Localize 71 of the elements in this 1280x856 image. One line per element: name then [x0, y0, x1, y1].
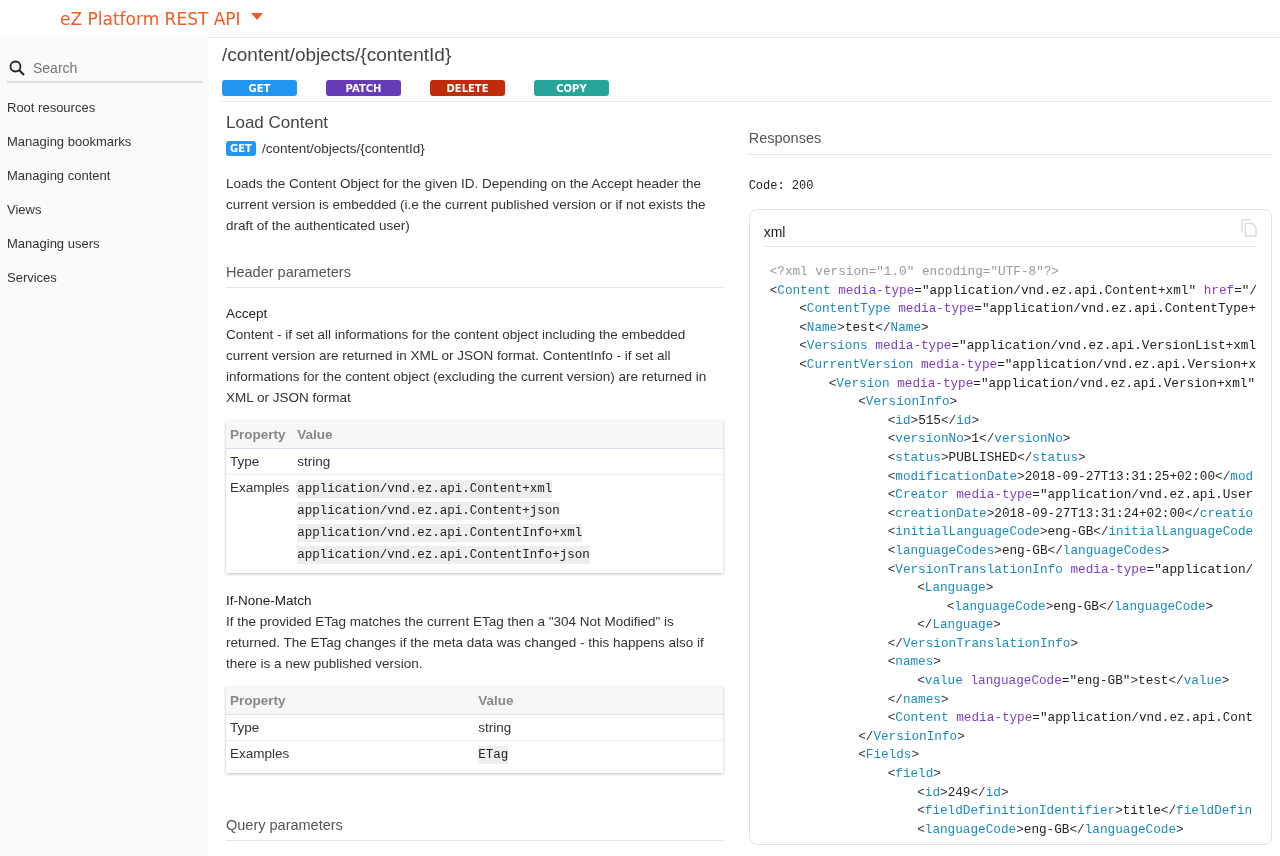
- code-line: <modificationDate>2018-09-27T13:31:25+02:00</mod: [887, 467, 1254, 486]
- parameter-name: Accept: [226, 305, 269, 323]
- caret-icon[interactable]: [250, 13, 263, 20]
- code-line: <id>249</id>: [917, 783, 1009, 802]
- sidebar-item[interactable]: Managing bookmarks: [7, 125, 208, 159]
- code-line: </Language>: [917, 616, 1001, 635]
- search-icon: [9, 60, 25, 76]
- code-line: <Versions media-type="application/vnd.ez.api.VersionList+xml: [799, 337, 1257, 356]
- code-line: <status>PUBLISHED</status>: [887, 448, 1086, 467]
- resource-path: /content/objects/{contentId}: [222, 43, 453, 67]
- column-header: Value: [293, 421, 723, 449]
- code-line: <value languageCode="eng-GB">test</value>: [917, 672, 1230, 691]
- table-cell: Type: [226, 448, 294, 475]
- column-header: Property: [226, 687, 475, 715]
- parameter-description: Content - if set all informations for the content object including the embedded current version are returned in XML or JSON format. ContentInfo - if set all informations for the content object (excluding the current version) are returned in XML or JSON format: [226, 326, 708, 407]
- sidebar-item[interactable]: Managing users: [7, 227, 208, 261]
- column-header: Value: [474, 687, 723, 715]
- sidebar-item[interactable]: Root resources: [7, 91, 208, 125]
- code-line: <Creator media-type="application/vnd.ez.api.User: [887, 486, 1254, 505]
- code-line: <id>515</id>: [887, 411, 980, 430]
- code-line: <?xml version="1.0" encoding="UTF-8"?>: [769, 263, 1059, 281]
- code-line: </VersionTranslationInfo>: [887, 634, 1079, 653]
- table-cell: Examples: [226, 740, 475, 773]
- code-line: </names>: [887, 690, 949, 709]
- sidebar-item[interactable]: Managing content: [7, 159, 208, 193]
- code-line: <Name>test</Name>: [799, 318, 929, 337]
- parameter-description: If the provided ETag matches the current ETag then a "304 Not Modified" is returned. The ETag changes if the meta data was changed - this happens also if there is a new published version.: [226, 613, 705, 673]
- code-line: <VersionInfo>: [858, 393, 958, 412]
- code-line: <Content media-type="application/vnd.ez.api.Cont: [887, 709, 1254, 728]
- code-line: <initialLanguageCode>eng-GB</initialLanguageCode: [887, 523, 1254, 542]
- table-cell: string: [478, 720, 512, 735]
- code-line: <Content media-type="application/vnd.ez.api.Content+xml" href="/: [769, 281, 1257, 300]
- section-heading: Query parameters: [226, 817, 723, 841]
- example-value: application/vnd.ez.api.ContentInfo+json: [297, 546, 590, 564]
- section-heading: Header parameters: [226, 264, 723, 288]
- example-value: ETag: [478, 746, 509, 764]
- code-line: <versionNo>1</versionNo>: [887, 430, 1071, 449]
- method-tab[interactable]: PATCH: [326, 80, 401, 96]
- parameter-name: If-None-Match: [226, 592, 313, 610]
- code-line: <CurrentVersion media-type="application/vnd.ez.api.Version+x: [799, 355, 1256, 374]
- status-code: Code: 200: [748, 179, 815, 193]
- example-value: application/vnd.ez.api.ContentInfo+xml: [297, 524, 583, 542]
- method-badge: GET: [226, 141, 256, 156]
- code-line: <languageCode>eng-GB</languageCode>: [917, 820, 1184, 839]
- operation-title: Load Content: [226, 113, 330, 133]
- example-value: application/vnd.ez.api.Content+json: [297, 502, 560, 520]
- code-line: <Version media-type="application/vnd.ez.api.Version+xml": [828, 374, 1256, 393]
- code-line: <field>: [887, 765, 941, 784]
- section-heading: Responses: [748, 130, 1272, 155]
- code-line: <Language>: [917, 579, 994, 598]
- code-line: <names>: [887, 653, 941, 672]
- code-line: </VersionInfo>: [858, 727, 965, 746]
- operation-description: Loads the Content Object for the given ID. Depending on the Accept header the current version is embedded (i.e the current published version or if not exists the draft of the authenticated user): [226, 175, 707, 235]
- format-label: xml: [763, 224, 786, 240]
- operation-path: /content/objects/{contentId}: [261, 141, 425, 156]
- code-line: <creationDate>2018-09-27T13:31:24+02:00</creatio: [887, 504, 1254, 523]
- sidebar-item[interactable]: Services: [7, 261, 208, 295]
- table-cell: string: [297, 454, 331, 469]
- code-line: <Fields>: [858, 746, 920, 765]
- code-line: <languageCode>eng-GB</languageCode>: [946, 597, 1214, 616]
- search-field[interactable]: Search: [33, 57, 183, 79]
- sidebar-item[interactable]: Views: [7, 193, 208, 227]
- table-cell: Examples: [226, 474, 294, 573]
- table-cell: Type: [226, 714, 475, 741]
- code-line: <VersionTranslationInfo media-type="application/: [887, 560, 1254, 579]
- code-line: <ContentType media-type="application/vnd.ez.api.ContentType+: [799, 300, 1257, 319]
- example-value: application/vnd.ez.api.Content+xml: [297, 480, 553, 498]
- code-line: <fieldDefinitionIdentifier>title</fieldDefin: [917, 802, 1253, 821]
- column-header: Property: [226, 421, 294, 449]
- method-tab[interactable]: DELETE: [430, 80, 505, 96]
- code-line: <languageCodes>eng-GB</languageCodes>: [887, 541, 1170, 560]
